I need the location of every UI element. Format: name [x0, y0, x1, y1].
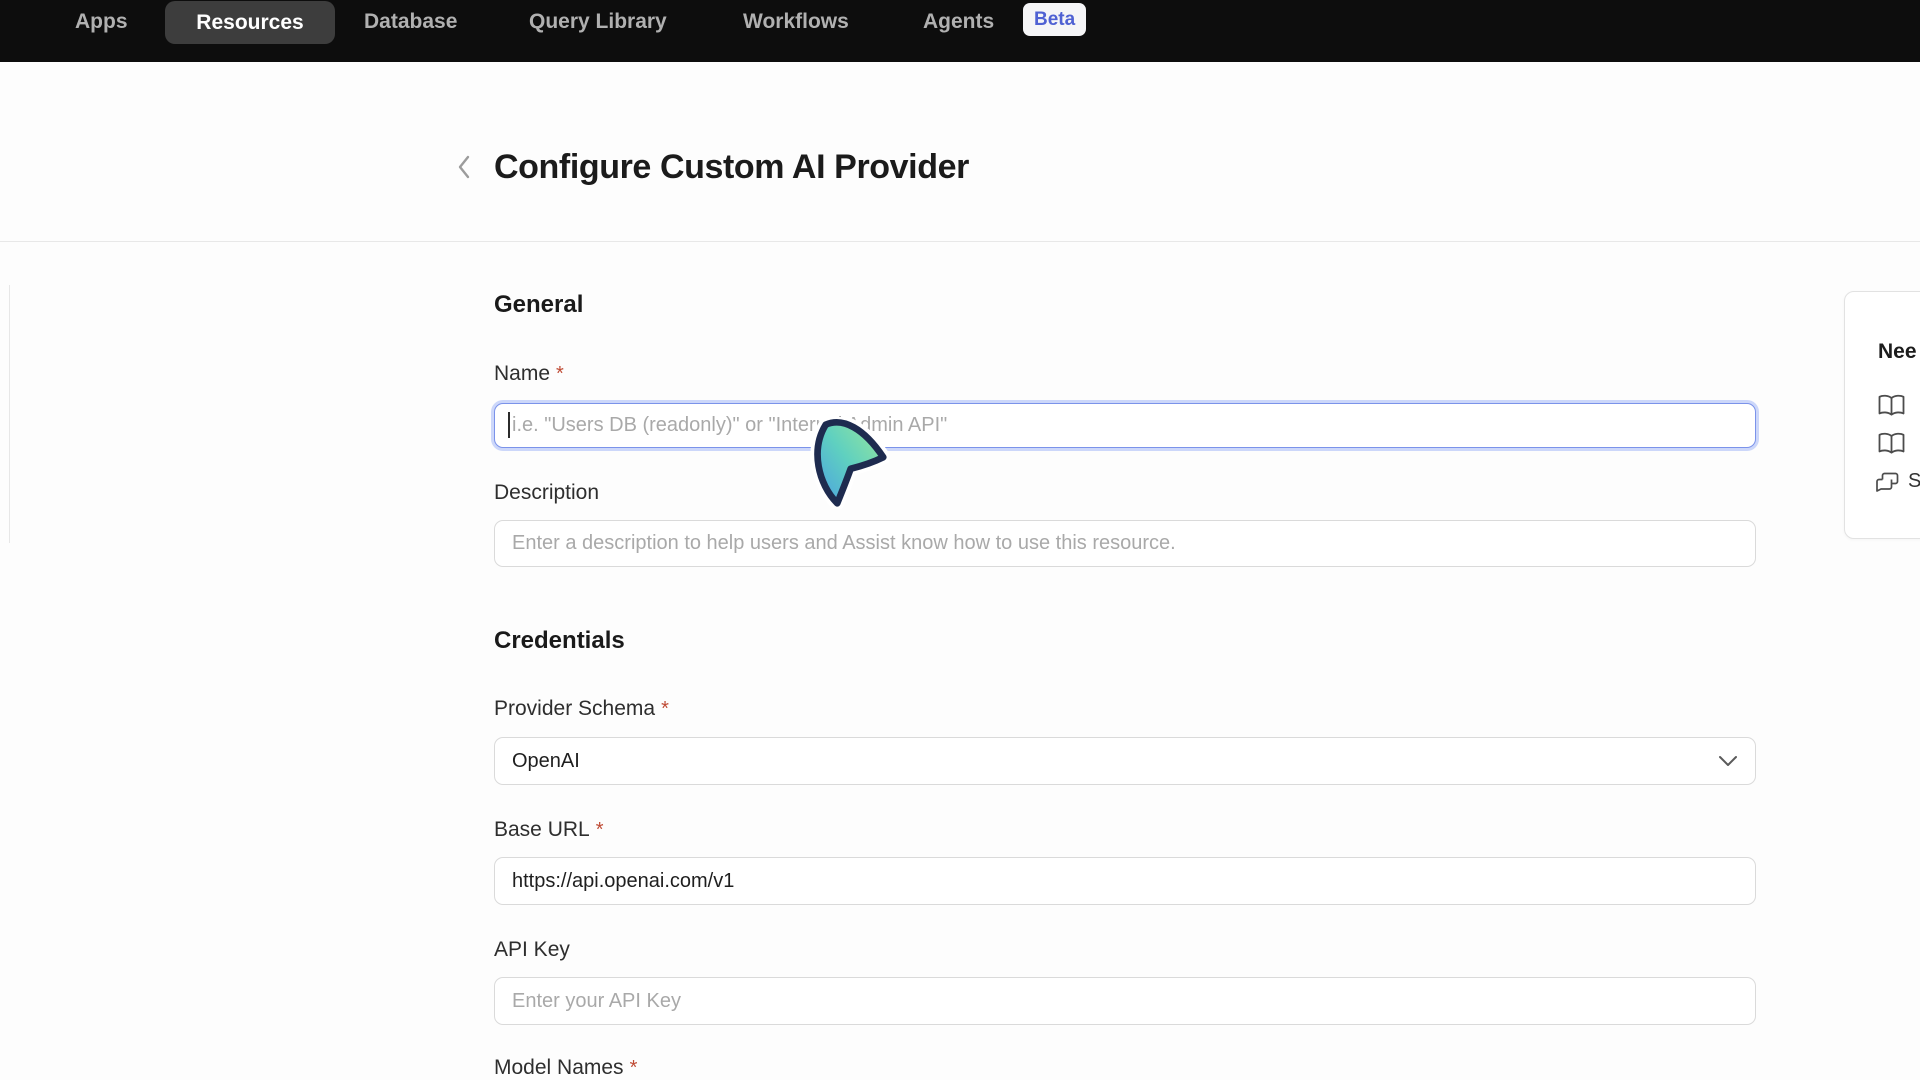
nav-tab-database[interactable]: Database [364, 9, 457, 35]
provider-schema-required-marker: * [661, 698, 669, 720]
nav-tab-resources-label: Resources [196, 11, 303, 35]
help-panel-title: Nee [1878, 340, 1917, 364]
base-url-label-text: Base URL [494, 818, 590, 841]
header-divider [0, 241, 1920, 242]
book-icon [1878, 394, 1905, 417]
section-heading-credentials: Credentials [494, 627, 625, 655]
name-input[interactable] [494, 403, 1756, 448]
left-card-edge [9, 285, 10, 543]
text-caret [508, 412, 510, 438]
beta-badge: Beta [1023, 3, 1086, 36]
top-nav: Apps Resources Database Query Library Wo… [0, 0, 1920, 62]
nav-tab-apps[interactable]: Apps [75, 9, 128, 35]
page-title: Configure Custom AI Provider [494, 148, 969, 187]
help-link-support[interactable]: S [1875, 470, 1920, 493]
api-key-label: API Key [494, 938, 570, 962]
model-names-required-marker: * [630, 1057, 638, 1079]
chevron-left-icon [456, 154, 472, 180]
base-url-required-marker: * [596, 819, 604, 841]
book-icon [1878, 432, 1905, 455]
api-key-input[interactable] [494, 977, 1756, 1025]
nav-tab-query-library[interactable]: Query Library [529, 9, 667, 35]
app-window: Apps Resources Database Query Library Wo… [0, 0, 1920, 1080]
nav-tab-agents[interactable]: Agents [923, 9, 994, 35]
nav-tab-resources[interactable]: Resources [165, 1, 335, 44]
section-heading-general: General [494, 291, 583, 319]
model-names-label-text: Model Names [494, 1056, 624, 1079]
provider-schema-label-text: Provider Schema [494, 697, 655, 720]
chat-bubbles-icon [1875, 472, 1899, 492]
name-label: Name * [494, 362, 564, 386]
provider-schema-label: Provider Schema * [494, 697, 669, 721]
description-label: Description [494, 481, 599, 505]
help-link-docs-2[interactable] [1878, 432, 1905, 455]
base-url-input[interactable] [494, 857, 1756, 905]
help-panel: Nee S [1844, 291, 1920, 539]
back-button[interactable] [452, 152, 476, 182]
chevron-down-icon [1718, 755, 1738, 767]
provider-schema-select[interactable]: OpenAI [494, 737, 1756, 785]
help-link-docs-1[interactable] [1878, 394, 1905, 417]
provider-schema-value: OpenAI [512, 750, 580, 773]
base-url-label: Base URL * [494, 818, 604, 842]
model-names-label: Model Names * [494, 1056, 637, 1080]
nav-tab-workflows[interactable]: Workflows [743, 9, 849, 35]
help-link-support-text: S [1908, 470, 1920, 493]
name-label-text: Name [494, 362, 550, 385]
description-input[interactable] [494, 520, 1756, 567]
name-required-marker: * [556, 363, 564, 385]
